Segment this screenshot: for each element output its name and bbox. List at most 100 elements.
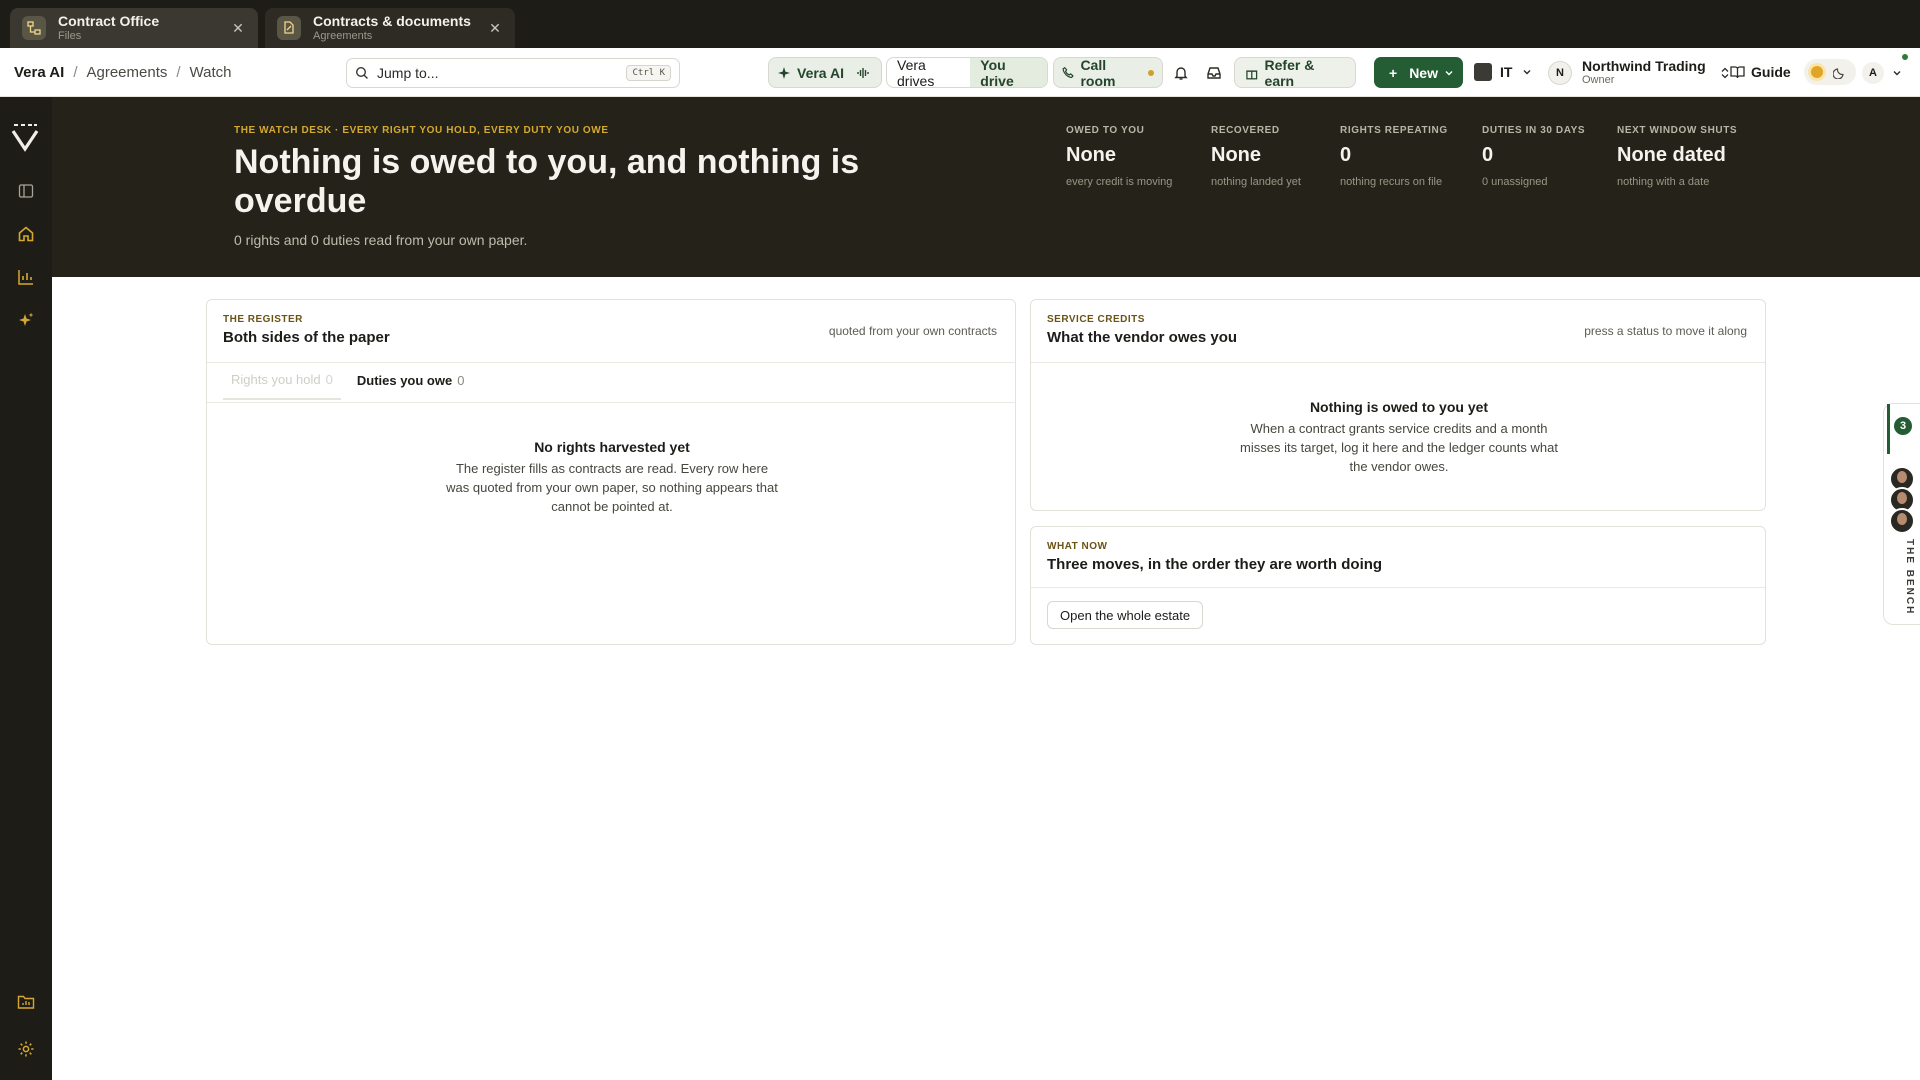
moon-icon (1833, 67, 1844, 79)
inbox-icon[interactable] (1203, 62, 1225, 84)
drive-mode-toggle[interactable]: Vera drives You drive (886, 57, 1048, 88)
chevron-down-icon (1445, 70, 1453, 75)
empty-title: Nothing is owed to you yet (1309, 399, 1489, 415)
card-kicker: SERVICE CREDITS (1047, 314, 1145, 325)
breadcrumb-separator: / (176, 64, 181, 81)
close-icon[interactable]: ✕ (487, 20, 503, 37)
card-title: Three moves, in the order they are worth… (1047, 556, 1383, 573)
page-title: Nothing is owed to you, and nothing is o… (234, 143, 860, 220)
stat-label: NEXT WINDOW SHUTS (1617, 125, 1738, 136)
document-edit-icon (277, 16, 301, 40)
browser-tab-contracts-documents[interactable]: Contracts & documents Agreements ✕ (265, 8, 515, 48)
chevron-down-icon (1893, 71, 1901, 76)
bar-chart-icon[interactable] (14, 265, 38, 289)
stat-note: nothing landed yet (1211, 176, 1301, 188)
card-kicker: THE REGISTER (223, 314, 303, 325)
divider (207, 402, 1015, 403)
card-note: quoted from your own contracts (828, 324, 997, 338)
folder-chart-icon[interactable] (14, 990, 38, 1014)
stat-value: None (1211, 144, 1261, 166)
stat-note: nothing recurs on file (1340, 176, 1443, 188)
tab-subtitle: Files (58, 30, 82, 42)
vera-ai-button[interactable]: Vera AI (768, 57, 882, 88)
breadcrumb-item[interactable]: Vera AI (14, 64, 64, 81)
stat-value: None dated (1617, 144, 1726, 166)
tab-label: Rights you hold (231, 371, 321, 387)
theme-toggle[interactable] (1804, 59, 1856, 85)
gift-icon (1246, 69, 1258, 79)
stat-label: RIGHTS REPEATING (1340, 125, 1448, 136)
browser-tab-contract-office[interactable]: Contract Office Files ✕ (10, 8, 258, 48)
call-room-button[interactable]: Call room (1053, 57, 1163, 89)
new-label: New (1409, 64, 1438, 81)
register-empty-state: No rights harvested yet The register fil… (445, 438, 779, 516)
vera-drives-option[interactable]: Vera drives (887, 58, 970, 87)
language-selector[interactable]: IT (1474, 60, 1532, 84)
search-icon (355, 66, 368, 79)
register-tabs: Rights you hold 0 Duties you owe 0 (223, 360, 472, 400)
sidebar-toggle-icon[interactable] (14, 179, 38, 203)
stat-rights-repeating: RIGHTS REPEATING 0 nothing recurs on fil… (1340, 125, 1448, 188)
vera-ai-label: Vera AI (797, 64, 844, 81)
browser-tab-bar: Contract Office Files ✕ Contracts & docu… (0, 0, 1920, 48)
breadcrumb-item[interactable]: Agreements (86, 64, 167, 81)
guide-button[interactable]: Guide (1730, 60, 1791, 84)
stat-value: 0 (1340, 144, 1352, 166)
stat-value: None (1066, 144, 1116, 166)
book-open-icon (1730, 66, 1745, 79)
vera-logo-icon[interactable] (10, 123, 40, 153)
stat-next-window: NEXT WINDOW SHUTS None dated nothing wit… (1617, 125, 1737, 188)
online-indicator (1902, 54, 1908, 60)
refer-earn-button[interactable]: Refer & earn (1234, 57, 1356, 89)
stat-note: every credit is moving (1066, 176, 1173, 188)
empty-text: When a contract grants service credits a… (1240, 421, 1558, 474)
tab-rights-you-hold[interactable]: Rights you hold 0 (223, 360, 341, 400)
home-icon[interactable] (14, 222, 38, 246)
tab-subtitle: Agreements (313, 30, 373, 42)
sparkles-icon[interactable] (14, 308, 38, 332)
stat-label: DUTIES IN 30 DAYS (1482, 125, 1586, 136)
breadcrumb-separator: / (73, 64, 78, 81)
shortcut-badge: Ctrl K (626, 65, 671, 81)
avatar[interactable] (1889, 508, 1915, 534)
gear-icon[interactable] (14, 1037, 38, 1061)
sitemap-icon (22, 16, 46, 40)
stat-label: RECOVERED (1211, 125, 1280, 136)
divider (1031, 362, 1765, 363)
empty-text: The register fills as contracts are read… (446, 461, 778, 514)
search-input[interactable]: Jump to... Ctrl K (346, 58, 680, 88)
guide-label: Guide (1751, 64, 1791, 80)
card-title: Both sides of the paper (223, 329, 390, 346)
bench-label: THE BENCH (1904, 539, 1915, 616)
tab-count: 0 (457, 372, 465, 388)
plus-icon: + (1389, 64, 1398, 81)
tab-duties-you-owe[interactable]: Duties you owe 0 (349, 360, 473, 400)
user-menu[interactable]: A (1862, 61, 1902, 85)
bench-count-badge: 3 (1894, 417, 1912, 435)
new-button[interactable]: + New (1374, 57, 1463, 88)
card-title: What the vendor owes you (1047, 329, 1238, 346)
service-credits-card: SERVICE CREDITS What the vendor owes you… (1030, 299, 1766, 511)
empty-title: No rights harvested yet (534, 439, 690, 455)
org-role: Owner (1582, 74, 1615, 86)
chevron-updown-icon (1721, 67, 1729, 78)
app-header: Vera AI / Agreements / Watch Jump to... … (0, 48, 1920, 97)
hero-kicker: THE WATCH DESK · EVERY RIGHT YOU HOLD, E… (234, 125, 609, 136)
tab-count: 0 (325, 371, 333, 387)
waveform-icon (857, 67, 869, 78)
stat-recovered: RECOVERED None nothing landed yet (1211, 125, 1301, 188)
close-icon[interactable]: ✕ (230, 20, 246, 37)
you-drive-option[interactable]: You drive (970, 58, 1047, 87)
org-switcher[interactable]: N Northwind Trading Owner (1548, 57, 1730, 88)
stat-note: 0 unassigned (1482, 176, 1548, 188)
phone-icon (1062, 66, 1074, 79)
stat-note: nothing with a date (1617, 176, 1710, 188)
building-icon (1474, 63, 1492, 81)
status-dot (1148, 69, 1154, 76)
stat-value: 0 (1482, 144, 1494, 166)
bench-panel[interactable]: 3 THE BENCH (1883, 403, 1920, 625)
org-name: Northwind Trading (1582, 58, 1706, 74)
open-estate-button[interactable]: Open the whole estate (1047, 601, 1204, 629)
bell-icon[interactable] (1170, 62, 1192, 84)
what-now-card: WHAT NOW Three moves, in the order they … (1030, 526, 1766, 645)
